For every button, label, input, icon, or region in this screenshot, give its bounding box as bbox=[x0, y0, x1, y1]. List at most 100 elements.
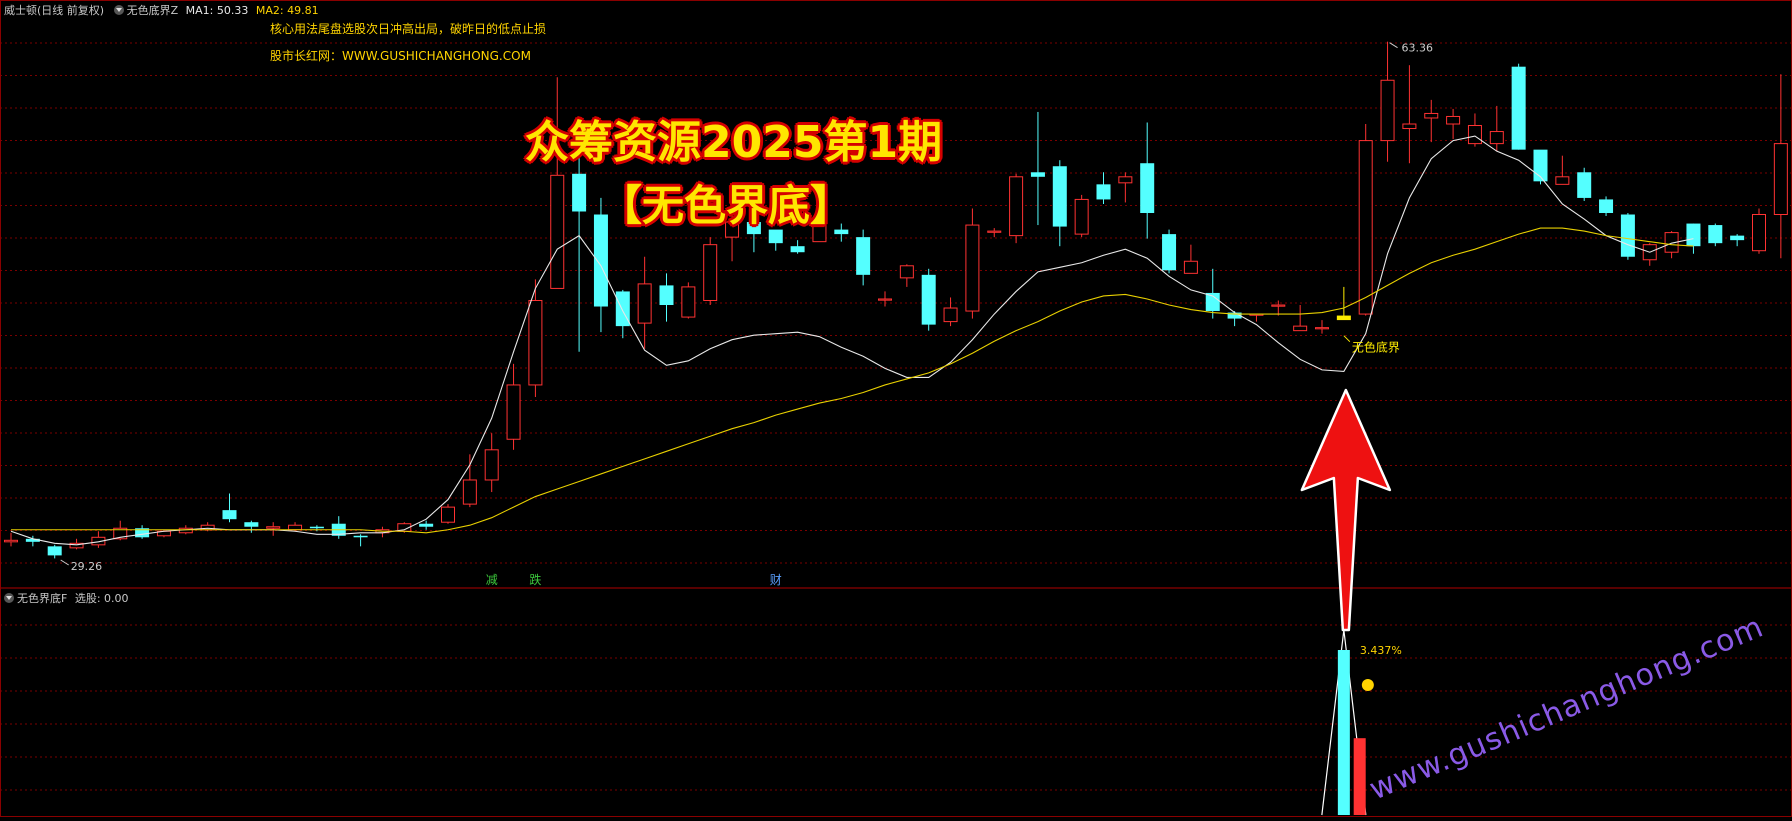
candle-body bbox=[681, 286, 696, 318]
candle-body bbox=[1489, 131, 1504, 145]
candle-body bbox=[484, 449, 499, 481]
candle-body bbox=[47, 546, 62, 556]
candle bbox=[1030, 111, 1045, 226]
candle bbox=[1380, 41, 1395, 162]
candle bbox=[987, 228, 1002, 238]
sub-header: 无色界底F 选股: 0.00 bbox=[4, 590, 129, 606]
sub-indicator-name[interactable]: 无色界底F bbox=[17, 592, 67, 605]
sub-bar-follow bbox=[1353, 738, 1366, 815]
candle-body bbox=[419, 523, 434, 527]
candle bbox=[703, 237, 718, 306]
event-marker: 财 bbox=[770, 573, 782, 587]
watermark-text: www.gushichanghong.com bbox=[1364, 609, 1768, 807]
candle bbox=[528, 279, 543, 398]
ma2-line bbox=[11, 227, 1694, 534]
candle-body bbox=[1424, 112, 1439, 119]
candle-body bbox=[1096, 184, 1111, 200]
candle-body bbox=[1467, 125, 1482, 145]
candle bbox=[1315, 320, 1329, 334]
candle-body bbox=[703, 244, 718, 301]
candle bbox=[462, 454, 477, 508]
pct-label: 3.437% bbox=[1360, 644, 1402, 657]
smiley-icon bbox=[1361, 679, 1374, 691]
candle bbox=[1162, 229, 1177, 274]
usage-note: 核心用法尾盘选股次日冲高出局，破昨日的低点止损 bbox=[270, 22, 547, 36]
ma-lines bbox=[10, 135, 1694, 546]
candle-body bbox=[462, 479, 477, 505]
candle bbox=[878, 291, 892, 307]
candle-body bbox=[965, 224, 980, 312]
event-marker: 减 bbox=[486, 573, 498, 587]
signal-pointer bbox=[1343, 335, 1351, 343]
candle bbox=[615, 289, 630, 339]
candle bbox=[1489, 105, 1504, 152]
candle bbox=[484, 433, 499, 493]
ma1-line bbox=[10, 135, 1694, 546]
ma2-value: MA2: 49.81 bbox=[255, 4, 319, 17]
website-note: 股市长红网：WWW.GUSHICHANGHONG.COM bbox=[270, 49, 531, 63]
candle bbox=[1205, 268, 1220, 319]
signal-label: 无色底界 bbox=[1352, 340, 1400, 355]
low-label: 29.26 bbox=[71, 560, 103, 573]
candle bbox=[1577, 167, 1592, 201]
candle-body bbox=[1140, 163, 1155, 213]
candle bbox=[856, 229, 871, 286]
candle-body bbox=[1162, 234, 1177, 271]
candle bbox=[4, 532, 18, 547]
candle bbox=[1249, 313, 1264, 322]
candle-body bbox=[528, 299, 543, 386]
main-title: 威士顿(日线 前复权) bbox=[4, 4, 105, 17]
indicator-name[interactable]: 无色底界Z bbox=[127, 4, 179, 17]
candle bbox=[1708, 223, 1723, 247]
sub-restore-icon[interactable] bbox=[4, 593, 14, 603]
candle bbox=[1118, 172, 1133, 203]
candle bbox=[921, 268, 936, 331]
candle-body bbox=[1052, 166, 1067, 227]
candle-body bbox=[1708, 225, 1723, 244]
candle-body bbox=[572, 173, 587, 212]
candle bbox=[353, 534, 368, 547]
candle bbox=[1336, 286, 1351, 321]
candle-body bbox=[309, 526, 324, 529]
candle-body bbox=[637, 283, 652, 324]
candle-body bbox=[1030, 172, 1045, 177]
candle bbox=[1642, 243, 1657, 266]
candle-body bbox=[1336, 315, 1351, 321]
candle bbox=[1511, 63, 1526, 150]
candle bbox=[441, 504, 455, 524]
candle bbox=[1271, 300, 1286, 316]
restore-icon[interactable] bbox=[113, 5, 124, 15]
candle bbox=[1074, 194, 1089, 238]
candle bbox=[91, 531, 106, 548]
candle-body bbox=[4, 539, 18, 543]
candle bbox=[1293, 305, 1308, 332]
chart-stage: 3.437% 63.36 29.26 无色底界减 跌 财 www.gushichangho… bbox=[0, 0, 1792, 817]
candle bbox=[1533, 149, 1548, 185]
candle-body bbox=[878, 298, 892, 301]
ma1-value: MA1: 50.33 bbox=[185, 4, 249, 17]
candle-body bbox=[987, 230, 1002, 233]
candle bbox=[943, 297, 958, 327]
signal-arrow bbox=[1300, 388, 1392, 632]
candle bbox=[331, 516, 346, 539]
candle bbox=[790, 240, 805, 254]
candle bbox=[899, 264, 914, 287]
candle-body bbox=[921, 274, 936, 325]
candle-body bbox=[1074, 198, 1089, 235]
candle bbox=[506, 363, 521, 450]
candle-body bbox=[441, 506, 455, 523]
candle bbox=[266, 522, 281, 536]
candle-body bbox=[1183, 260, 1198, 274]
candle bbox=[681, 282, 696, 319]
candle bbox=[1402, 65, 1417, 164]
candle-body bbox=[1620, 214, 1635, 257]
candle bbox=[1424, 99, 1439, 143]
banner-subtitle: 【无色界底】 bbox=[600, 181, 853, 230]
candle bbox=[1773, 74, 1788, 259]
candle-body bbox=[222, 510, 237, 520]
candle bbox=[1620, 213, 1635, 260]
candle bbox=[1096, 172, 1111, 204]
candle-body bbox=[1773, 143, 1788, 216]
low-pointer bbox=[60, 559, 69, 566]
candle-body bbox=[1511, 66, 1526, 150]
